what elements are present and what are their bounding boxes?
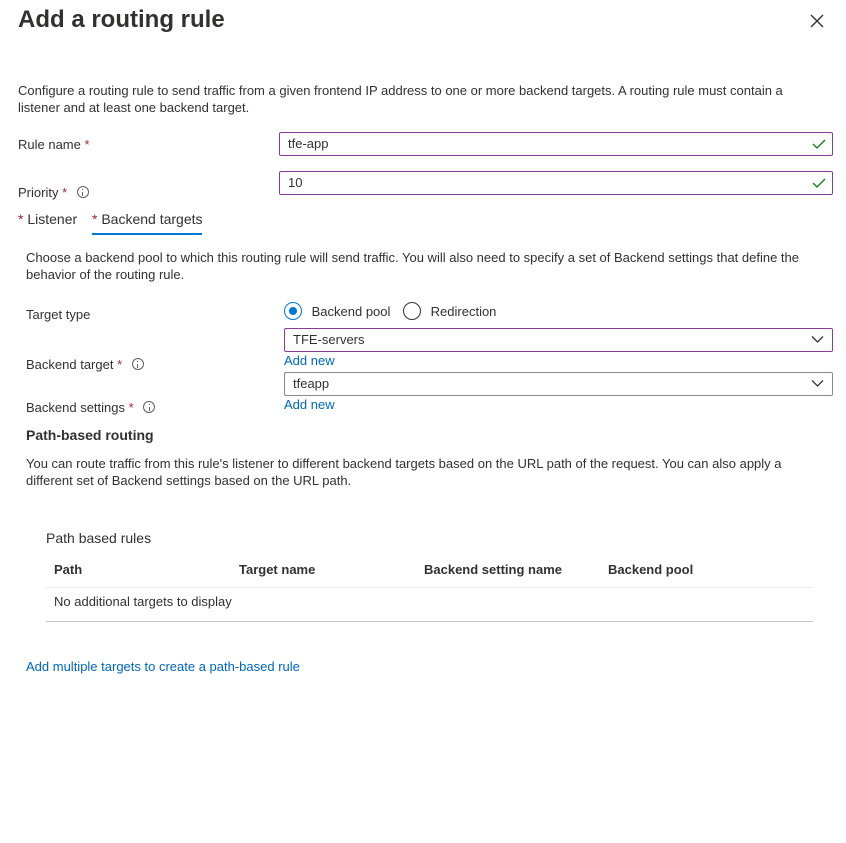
tab-listener-label: Listener bbox=[27, 211, 78, 227]
info-icon[interactable] bbox=[76, 186, 89, 198]
add-new-backend-settings-link[interactable]: Add new bbox=[284, 397, 335, 412]
backend-settings-label-text: Backend settings bbox=[26, 400, 126, 415]
table-empty-text: No additional targets to display bbox=[54, 594, 232, 609]
table-bottom-divider bbox=[46, 621, 813, 622]
backend-settings-value: tfeapp bbox=[293, 376, 330, 391]
radio-backend-pool[interactable] bbox=[284, 302, 302, 320]
column-header-target-name: Target name bbox=[239, 562, 316, 577]
backend-target-label-text: Backend target bbox=[26, 357, 114, 372]
close-icon[interactable] bbox=[808, 12, 826, 30]
panel-title: Add a routing rule bbox=[18, 6, 225, 33]
backend-settings-dropdown[interactable]: tfeapp bbox=[284, 372, 833, 396]
rule-name-input[interactable]: tfe-app bbox=[279, 132, 833, 156]
table-header-divider bbox=[46, 587, 813, 588]
radio-redirection-label[interactable]: Redirection bbox=[431, 304, 497, 319]
tab-backend-targets[interactable]: * Backend targets bbox=[92, 211, 203, 235]
required-mark: * bbox=[62, 185, 68, 200]
path-routing-description: You can route traffic from this rule's l… bbox=[26, 456, 782, 488]
tab-backend-targets-label: Backend targets bbox=[101, 211, 203, 227]
rule-name-label-text: Rule name bbox=[18, 137, 81, 152]
add-new-backend-target-link[interactable]: Add new bbox=[284, 353, 335, 368]
required-mark: * bbox=[84, 137, 90, 152]
target-type-radio-group: Backend pool Redirection bbox=[284, 302, 496, 320]
tab-listener[interactable]: * Listener bbox=[18, 211, 77, 233]
priority-label: Priority * bbox=[18, 185, 89, 200]
chevron-down-icon bbox=[811, 336, 824, 343]
priority-value: 10 bbox=[288, 175, 303, 190]
chevron-down-icon bbox=[811, 380, 824, 387]
info-icon[interactable] bbox=[143, 401, 156, 413]
column-header-backend-setting-name: Backend setting name bbox=[424, 562, 562, 577]
required-mark: * bbox=[18, 211, 24, 227]
priority-input[interactable]: 10 bbox=[279, 171, 833, 195]
info-icon[interactable] bbox=[131, 358, 144, 370]
add-multiple-targets-link[interactable]: Add multiple targets to create a path-ba… bbox=[26, 659, 300, 674]
required-mark: * bbox=[117, 357, 123, 372]
backend-description: Choose a backend pool to which this rout… bbox=[26, 250, 800, 282]
rule-name-label: Rule name * bbox=[18, 137, 90, 152]
radio-redirection[interactable] bbox=[403, 302, 422, 320]
backend-target-value: TFE-servers bbox=[293, 332, 365, 347]
path-routing-title: Path-based routing bbox=[26, 427, 154, 443]
backend-target-dropdown[interactable]: TFE-servers bbox=[284, 328, 833, 352]
column-header-path: Path bbox=[54, 562, 83, 577]
backend-target-label: Backend target * bbox=[26, 357, 144, 372]
priority-label-text: Priority bbox=[18, 185, 59, 200]
checkmark-icon bbox=[812, 178, 826, 188]
backend-settings-label: Backend settings * bbox=[26, 400, 156, 415]
checkmark-icon bbox=[812, 139, 826, 149]
path-rules-table-title: Path based rules bbox=[46, 530, 152, 546]
required-mark: * bbox=[92, 211, 98, 227]
target-type-label: Target type bbox=[26, 307, 91, 322]
rule-name-value: tfe-app bbox=[288, 136, 329, 151]
panel-description: Configure a routing rule to send traffic… bbox=[18, 83, 783, 115]
column-header-backend-pool: Backend pool bbox=[608, 562, 694, 577]
radio-backend-pool-label[interactable]: Backend pool bbox=[312, 304, 391, 319]
required-mark: * bbox=[128, 400, 134, 415]
